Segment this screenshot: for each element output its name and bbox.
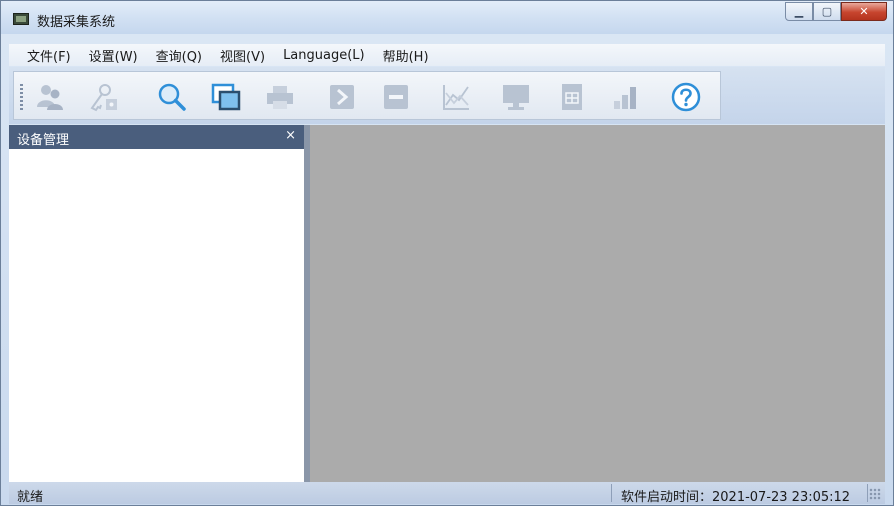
menu-settings[interactable]: 设置(W) (80, 46, 147, 65)
help-icon (671, 82, 701, 112)
minimize-button[interactable]: ▁ (785, 2, 813, 21)
monitor-icon (503, 85, 529, 110)
spreadsheet-icon (562, 84, 582, 110)
toolbar-grip[interactable] (20, 84, 23, 110)
key-user-button[interactable] (86, 80, 122, 114)
status-divider (611, 484, 612, 502)
line-chart-button[interactable] (438, 80, 474, 114)
spreadsheet-button[interactable] (554, 80, 590, 114)
minimize-icon: ▁ (794, 5, 804, 18)
search-icon (158, 83, 186, 111)
search-button[interactable] (154, 80, 190, 114)
maximize-icon: ▢ (821, 5, 833, 18)
menu-file[interactable]: 文件(F) (9, 46, 80, 65)
toolbar-area (9, 67, 885, 124)
main-workspace[interactable] (307, 125, 885, 482)
menu-view[interactable]: 视图(V) (211, 46, 274, 65)
title-bar[interactable]: 数据采集系统 ▁ ▢ ✕ (1, 1, 893, 34)
menu-bar: 文件(F) 设置(W) 查询(Q) 视图(V) Language(L) 帮助(H… (9, 44, 885, 66)
status-bar: 就绪 软件启动时间：2021-07-23 23:05:12 (9, 482, 885, 505)
printer-button[interactable] (262, 80, 298, 114)
users-icon (37, 85, 63, 110)
window-controls: ▁ ▢ ✕ (785, 2, 887, 22)
panel-close-button[interactable]: × (285, 128, 296, 143)
status-start-time: 软件启动时间：2021-07-23 23:05:12 (621, 490, 851, 505)
close-button[interactable]: ✕ (841, 2, 887, 21)
status-ready-text: 就绪 (17, 490, 44, 505)
app-window: 数据采集系统 ▁ ▢ ✕ 文件(F) 设置(W) 查询(Q) 视图(V) Lan… (0, 0, 894, 506)
windows-icon (211, 83, 241, 111)
play-icon (330, 85, 354, 109)
menu-help[interactable]: 帮助(H) (374, 46, 438, 65)
resize-grip[interactable] (869, 488, 881, 500)
key-user-icon (90, 84, 117, 112)
help-button[interactable] (668, 80, 704, 114)
users-button[interactable] (32, 80, 68, 114)
windows-button[interactable] (208, 80, 244, 114)
app-icon[interactable] (13, 13, 29, 25)
window-title: 数据采集系统 (37, 15, 116, 30)
close-icon: ✕ (859, 5, 869, 18)
device-tree[interactable] (9, 149, 304, 482)
status-divider-end (867, 484, 868, 502)
printer-icon (267, 86, 293, 109)
panel-header: 设备管理 × (9, 125, 304, 149)
monitor-button[interactable] (498, 80, 534, 114)
device-management-panel: 设备管理 × (9, 125, 307, 482)
maximize-button[interactable]: ▢ (813, 2, 841, 21)
play-button[interactable] (324, 80, 360, 114)
line-chart-icon (443, 85, 469, 110)
toolbar (13, 71, 721, 120)
panel-title: 设备管理 (17, 133, 70, 148)
menu-query[interactable]: 查询(Q) (147, 46, 211, 65)
stop-icon (384, 85, 408, 109)
stop-button[interactable] (378, 80, 414, 114)
bar-chart-button[interactable] (608, 80, 644, 114)
menu-language[interactable]: Language(L) (274, 48, 374, 63)
bar-chart-icon (614, 87, 636, 109)
